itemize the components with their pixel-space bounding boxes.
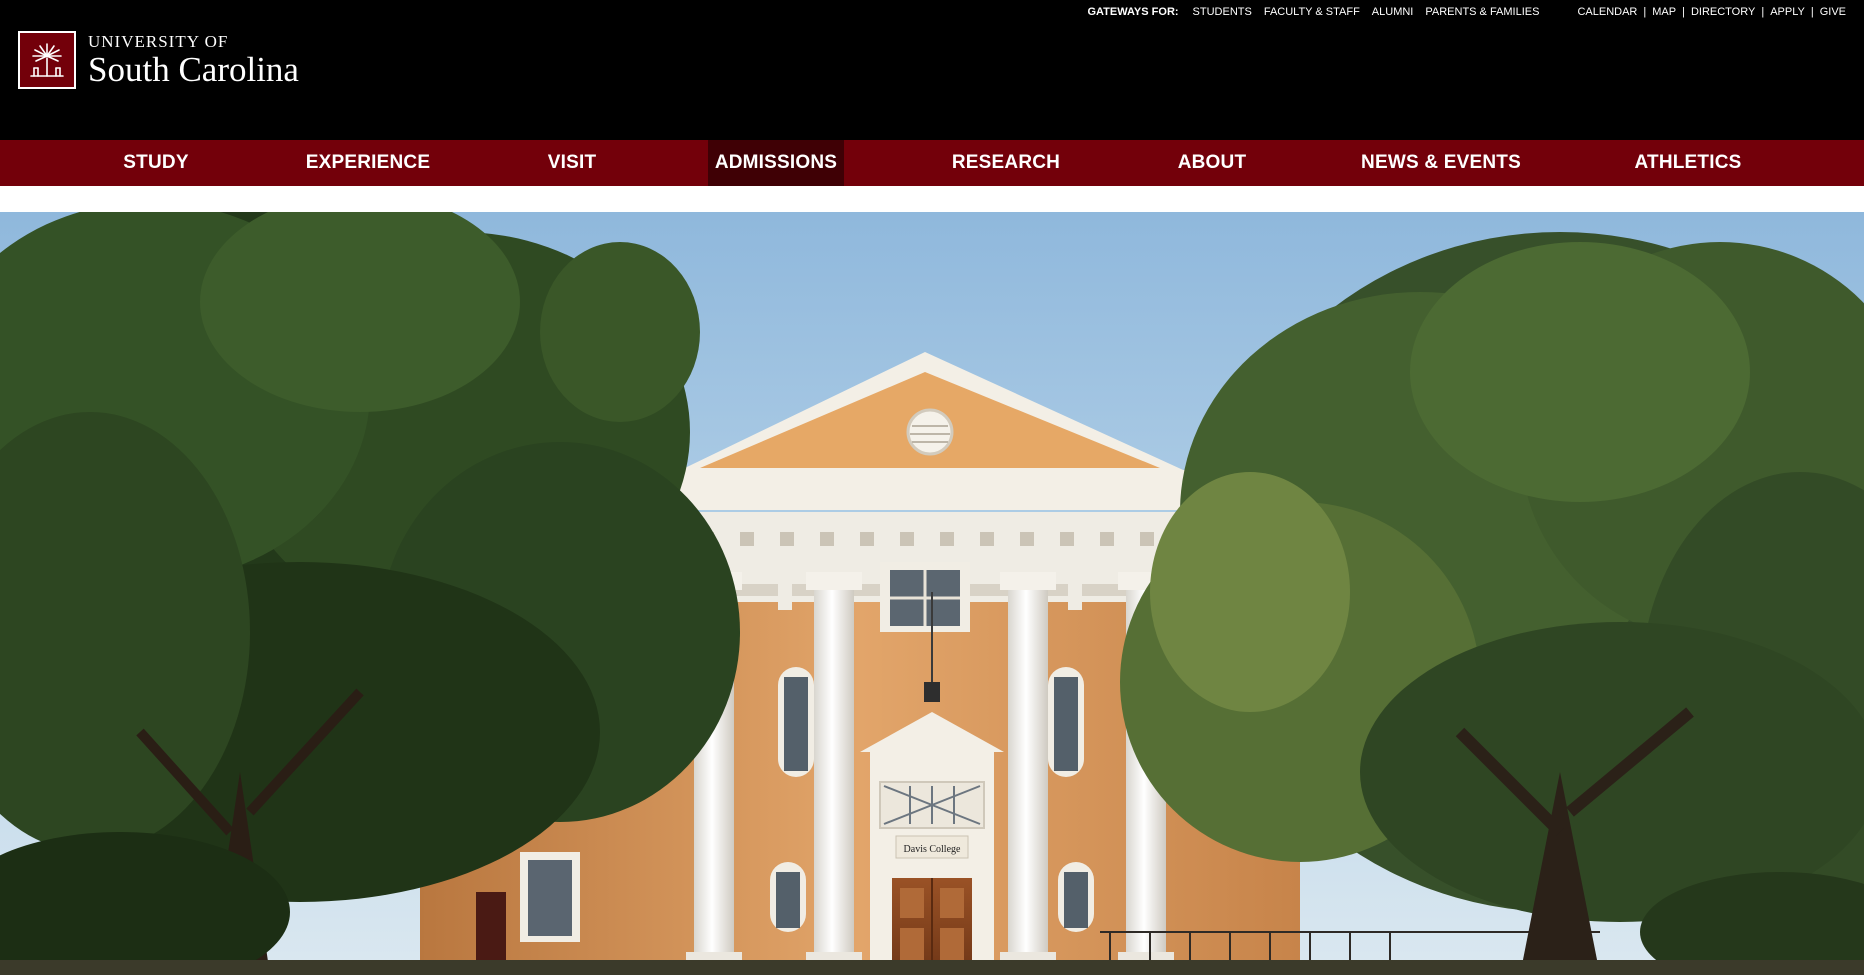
site-header: UNIVERSITY OF South Carolina GATEWAYS FO… xyxy=(0,0,1864,140)
nav-item-research[interactable]: RESEARCH xyxy=(946,140,1066,186)
hero-image: Davis College xyxy=(0,212,1864,975)
separator: | xyxy=(1761,6,1765,18)
nav-item-study[interactable]: STUDY xyxy=(100,140,212,186)
utility-nav: GATEWAYS FOR: STUDENTS FACULTY & STAFF A… xyxy=(1087,6,1852,18)
nav-item-visit[interactable]: VISIT xyxy=(528,140,616,186)
gateways: GATEWAYS FOR: STUDENTS FACULTY & STAFF A… xyxy=(1087,6,1545,18)
main-nav: STUDY EXPERIENCE VISIT ADMISSIONS RESEAR… xyxy=(0,140,1864,186)
gateway-parents-families-link[interactable]: PARENTS & FAMILIES xyxy=(1425,6,1539,18)
directory-link[interactable]: DIRECTORY xyxy=(1691,6,1755,18)
nav-item-experience[interactable]: EXPERIENCE xyxy=(298,140,438,186)
nav-item-athletics[interactable]: ATHLETICS xyxy=(1630,140,1746,186)
nav-item-about[interactable]: ABOUT xyxy=(1170,140,1254,186)
calendar-link[interactable]: CALENDAR xyxy=(1577,6,1637,18)
gateway-faculty-staff-link[interactable]: FACULTY & STAFF xyxy=(1264,6,1360,18)
separator: | xyxy=(1810,6,1814,18)
nav-item-admissions[interactable]: ADMISSIONS xyxy=(708,140,844,186)
gateway-alumni-link[interactable]: ALUMNI xyxy=(1372,6,1414,18)
hero-illustration: Davis College xyxy=(0,212,1864,975)
map-link[interactable]: MAP xyxy=(1652,6,1676,18)
separator: | xyxy=(1682,6,1685,18)
apply-link[interactable]: APPLY xyxy=(1770,6,1805,18)
nav-item-news-events[interactable]: NEWS & EVENTS xyxy=(1360,140,1522,186)
gateways-label: GATEWAYS FOR: xyxy=(1087,6,1179,18)
utility-links: CALENDAR | MAP | DIRECTORY | APPLY | GIV… xyxy=(1571,6,1852,18)
logo-line-university-of: UNIVERSITY OF xyxy=(88,32,229,51)
logo-wordmark: UNIVERSITY OF South Carolina xyxy=(88,33,299,87)
logo-line-south-carolina: South Carolina xyxy=(88,50,299,89)
give-link[interactable]: GIVE xyxy=(1820,6,1846,18)
gateway-students-link[interactable]: STUDENTS xyxy=(1193,6,1252,18)
separator: | xyxy=(1643,6,1647,18)
palmetto-logo-icon xyxy=(18,31,76,89)
davis-college-sign: Davis College xyxy=(904,844,961,855)
university-logo[interactable]: UNIVERSITY OF South Carolina xyxy=(18,31,299,89)
